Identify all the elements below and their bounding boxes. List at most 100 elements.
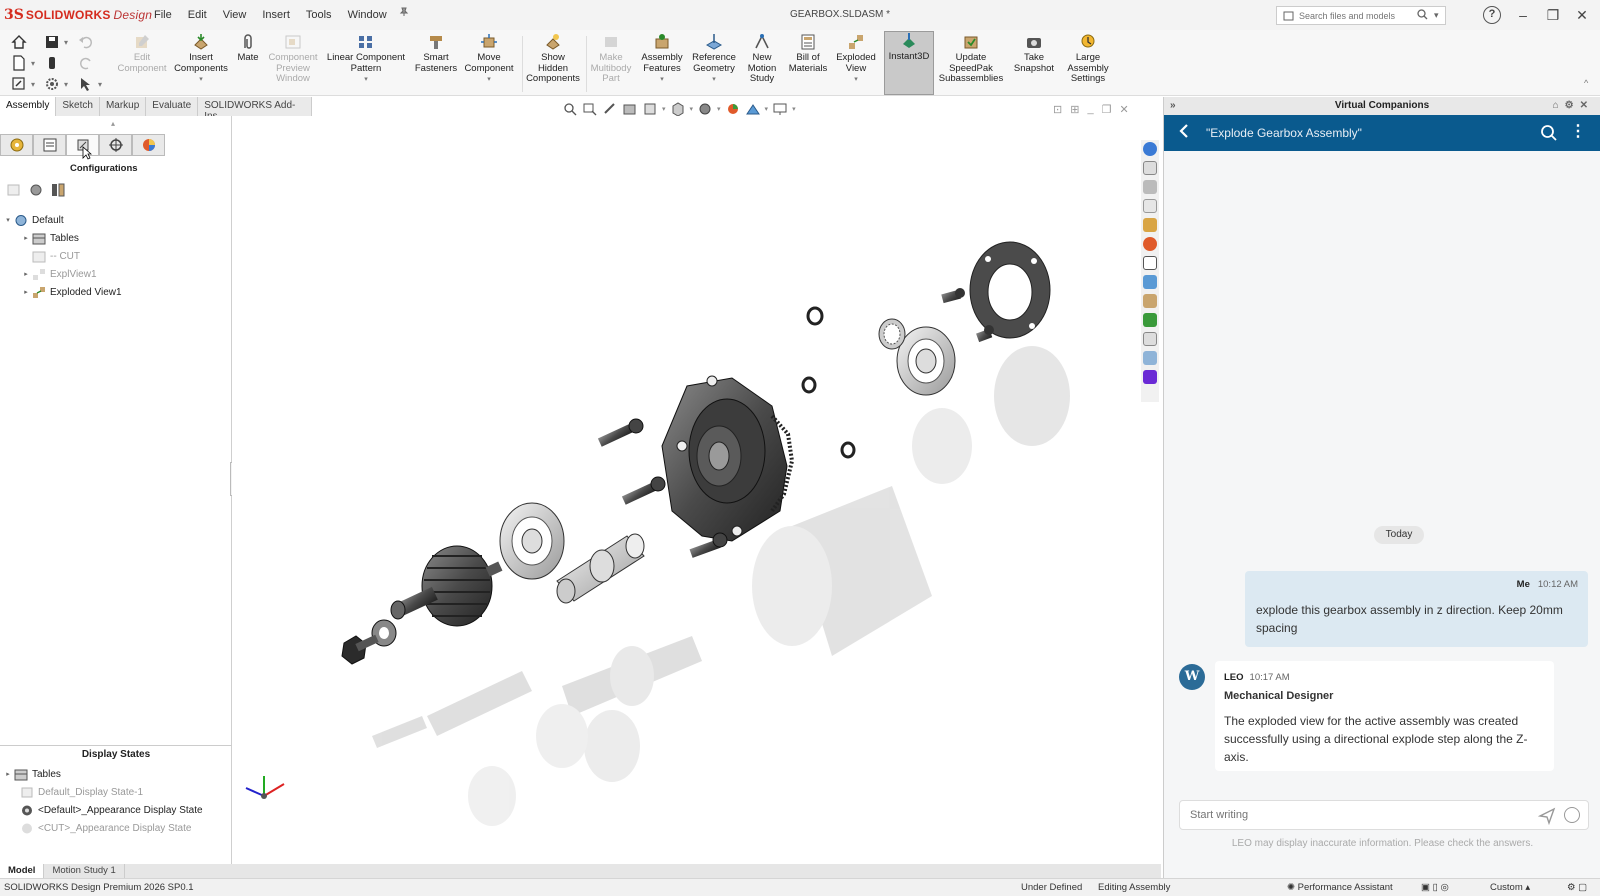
move-component-button[interactable]: Move Component ▾	[462, 33, 516, 93]
menu-edit[interactable]: Edit	[182, 7, 213, 23]
configuration-table-icon[interactable]	[28, 182, 44, 198]
display-state-tables[interactable]: ▸ Tables	[0, 765, 232, 783]
chevron-down-icon[interactable]: ▾	[690, 105, 694, 113]
print-icon[interactable]	[44, 55, 60, 71]
save-icon[interactable]	[44, 34, 60, 50]
exploded-view-button[interactable]: Exploded View ▾	[834, 33, 878, 93]
view-palette-icon[interactable]	[1143, 275, 1157, 289]
undo-icon[interactable]	[78, 34, 94, 50]
exploded-gearbox-model[interactable]	[232, 116, 1161, 864]
search-icon[interactable]	[1540, 124, 1558, 145]
redo-icon[interactable]	[78, 55, 94, 71]
minimize-icon[interactable]: –	[1510, 5, 1536, 25]
search-input[interactable]	[1299, 10, 1417, 21]
tree-item-default[interactable]: ▾ Default	[0, 211, 232, 229]
app-logo[interactable]: 3S SOLIDWORKS Design	[0, 7, 152, 23]
zoom-area-icon[interactable]	[582, 102, 598, 116]
chevron-down-icon[interactable]: ▾	[487, 75, 491, 83]
tab-markup[interactable]: Markup	[100, 97, 147, 116]
display-style-icon[interactable]	[697, 102, 713, 116]
tree-item-exploded-view1[interactable]: ▸ Exploded View1	[0, 283, 232, 301]
apply-scene-icon[interactable]	[745, 102, 761, 116]
mate-button[interactable]: Mate	[234, 33, 262, 93]
menu-tools[interactable]: Tools	[300, 7, 338, 23]
section-view-icon[interactable]	[622, 102, 638, 116]
double-chevron-right-icon[interactable]: »	[1170, 97, 1176, 115]
large-assembly-settings-button[interactable]: Large Assembly Settings	[1060, 33, 1116, 93]
dynamic-annotation-icon[interactable]	[642, 102, 658, 116]
back-arrow-icon[interactable]	[1178, 123, 1196, 144]
panel-controls[interactable]: ⌂⚙✕	[1553, 97, 1594, 115]
toolbox-icon[interactable]	[1143, 294, 1157, 308]
tab-evaluate[interactable]: Evaluate	[146, 97, 199, 116]
forum-icon[interactable]	[1143, 313, 1157, 327]
edit-appearance-icon[interactable]	[725, 102, 741, 116]
chevron-down-icon[interactable]: ▾	[64, 80, 68, 89]
bill-of-materials-button[interactable]: Bill of Materials	[786, 33, 830, 93]
component-preview-button[interactable]: Component Preview Window	[266, 33, 320, 93]
menu-window[interactable]: Window	[342, 7, 393, 23]
expand-arrow-icon[interactable]: ▸	[20, 234, 32, 242]
virtual-companion-icon[interactable]	[1143, 370, 1157, 384]
chevron-down-icon[interactable]: ▾	[660, 75, 664, 83]
send-icon[interactable]	[1537, 807, 1556, 828]
zoom-to-fit-icon[interactable]	[562, 102, 578, 116]
display-state-default[interactable]: Default_Display State-1	[0, 783, 232, 801]
pin-menu-icon[interactable]	[399, 7, 409, 23]
chevron-down-icon[interactable]: ▾	[64, 38, 68, 47]
display-state-default-appearance[interactable]: <Default>_Appearance Display State	[0, 801, 232, 819]
status-bar-settings-icon[interactable]: ⚙ ▢	[1567, 882, 1587, 893]
home-tab-icon[interactable]	[1143, 161, 1157, 175]
performance-assistant[interactable]: ✺ Performance Assistant	[1287, 882, 1393, 893]
view-orientation-icon[interactable]	[670, 102, 686, 116]
search-icon[interactable]	[1417, 8, 1428, 23]
tab-propertymanager[interactable]	[33, 134, 66, 156]
solidworks-resources-icon[interactable]	[1143, 142, 1157, 156]
solidworks-search-icon[interactable]	[1143, 351, 1157, 365]
chevron-down-icon[interactable]: ▾	[98, 80, 102, 89]
chevron-down-icon[interactable]: ▾	[765, 105, 769, 113]
menu-file[interactable]: File	[148, 7, 178, 23]
expand-arrow-icon[interactable]: ▸	[2, 770, 14, 778]
tab-displaymanager[interactable]	[132, 134, 165, 156]
notes-icon[interactable]	[1143, 332, 1157, 346]
search-box[interactable]: ▾	[1276, 6, 1446, 25]
expand-arrow-icon[interactable]: ▸	[20, 288, 32, 296]
notification-icons[interactable]: ▣ ▯ ◎	[1421, 882, 1449, 893]
chevron-down-icon[interactable]: ▾	[199, 75, 203, 83]
menu-view[interactable]: View	[217, 7, 253, 23]
panel-expand-handle[interactable]: ▴	[111, 119, 115, 128]
file-explorer-icon[interactable]	[1143, 199, 1157, 213]
design-table-icon[interactable]	[50, 182, 66, 198]
update-speedpak-button[interactable]: Update SpeedPak Subassemblies	[938, 33, 1004, 93]
previous-view-icon[interactable]	[602, 102, 618, 116]
reference-geometry-button[interactable]: Reference Geometry ▾	[690, 33, 738, 93]
close-icon[interactable]: ✕	[1569, 5, 1595, 25]
select-icon[interactable]	[78, 76, 94, 92]
menu-insert[interactable]: Insert	[256, 7, 296, 23]
restore-icon[interactable]: ❐	[1540, 5, 1566, 25]
instant3d-button[interactable]: Instant3D	[884, 31, 934, 95]
graphics-area[interactable]: ▾ ▾ ▾ ▾ ▾ ⊡ ⊞ _ ❐ ✕	[232, 102, 1161, 864]
chevron-down-icon[interactable]: ▾	[31, 80, 35, 89]
new-motion-study-button[interactable]: New Motion Study	[742, 33, 782, 93]
message-compose-box[interactable]	[1179, 800, 1589, 830]
more-options-icon[interactable]: ⋮	[1570, 121, 1586, 143]
smart-fasteners-button[interactable]: Smart Fasteners	[414, 33, 458, 93]
show-hidden-components-button[interactable]: Show Hidden Components	[526, 33, 580, 93]
take-snapshot-button[interactable]: Take Snapshot	[1010, 33, 1058, 93]
tree-item-explview1[interactable]: ▸ ExplView1	[0, 265, 232, 283]
design-library-icon[interactable]	[1143, 218, 1157, 232]
settings-circle-icon[interactable]	[1564, 807, 1580, 823]
chevron-down-icon[interactable]: ▾	[792, 105, 796, 113]
tab-model[interactable]: Model	[0, 864, 45, 878]
tree-item-cut[interactable]: -- CUT	[0, 247, 232, 265]
collapse-arrow-icon[interactable]: ▾	[2, 216, 14, 224]
collapse-ribbon-icon[interactable]: ^	[1584, 78, 1588, 88]
home-icon[interactable]	[11, 34, 27, 50]
tree-item-tables[interactable]: ▸ Tables	[0, 229, 232, 247]
chevron-down-icon[interactable]: ▾	[712, 75, 716, 83]
chevron-down-icon[interactable]: ▾	[1434, 10, 1439, 21]
custom-properties-icon[interactable]	[1143, 256, 1157, 270]
display-state-cut-appearance[interactable]: <CUT>_Appearance Display State	[0, 819, 232, 837]
